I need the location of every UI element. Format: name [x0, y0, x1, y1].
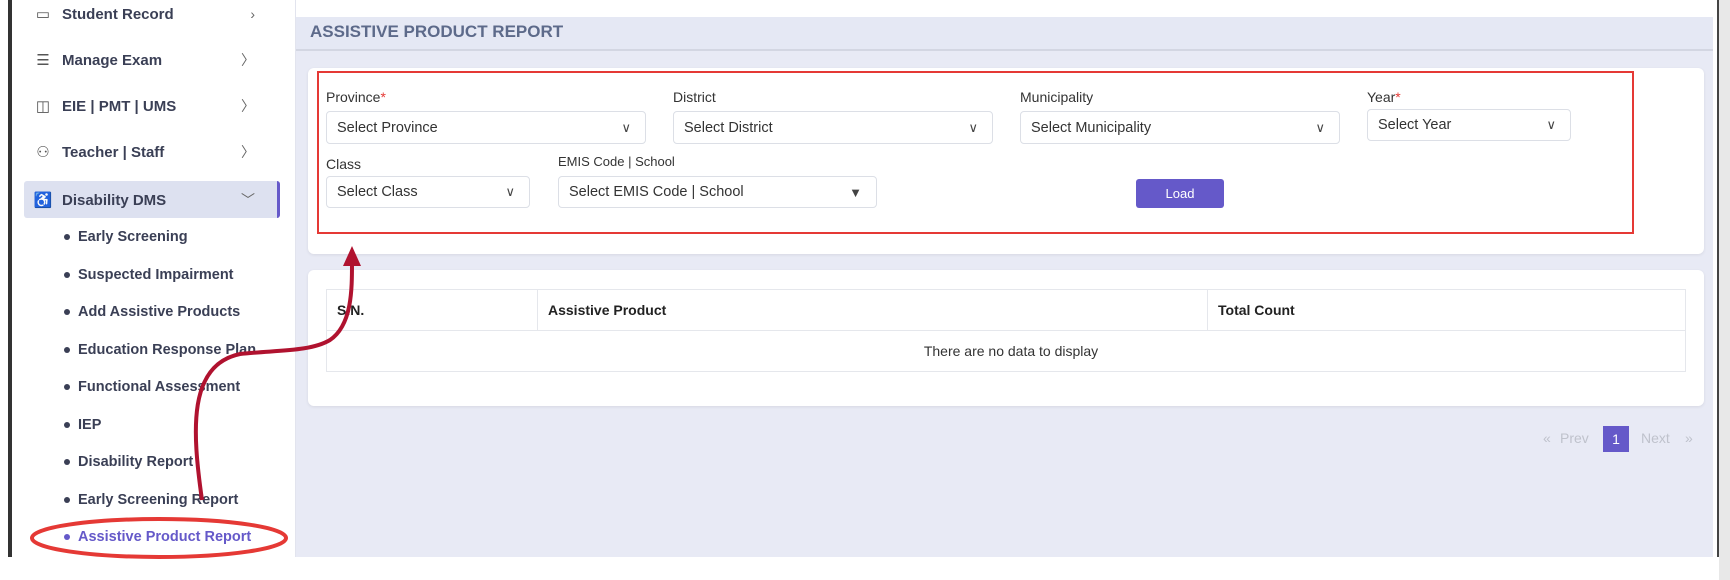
- annotation-ellipse: [30, 517, 288, 559]
- annotation-arrow: [193, 261, 354, 501]
- arrowhead-icon: [343, 246, 361, 266]
- annotation-overlay: [30, 246, 361, 559]
